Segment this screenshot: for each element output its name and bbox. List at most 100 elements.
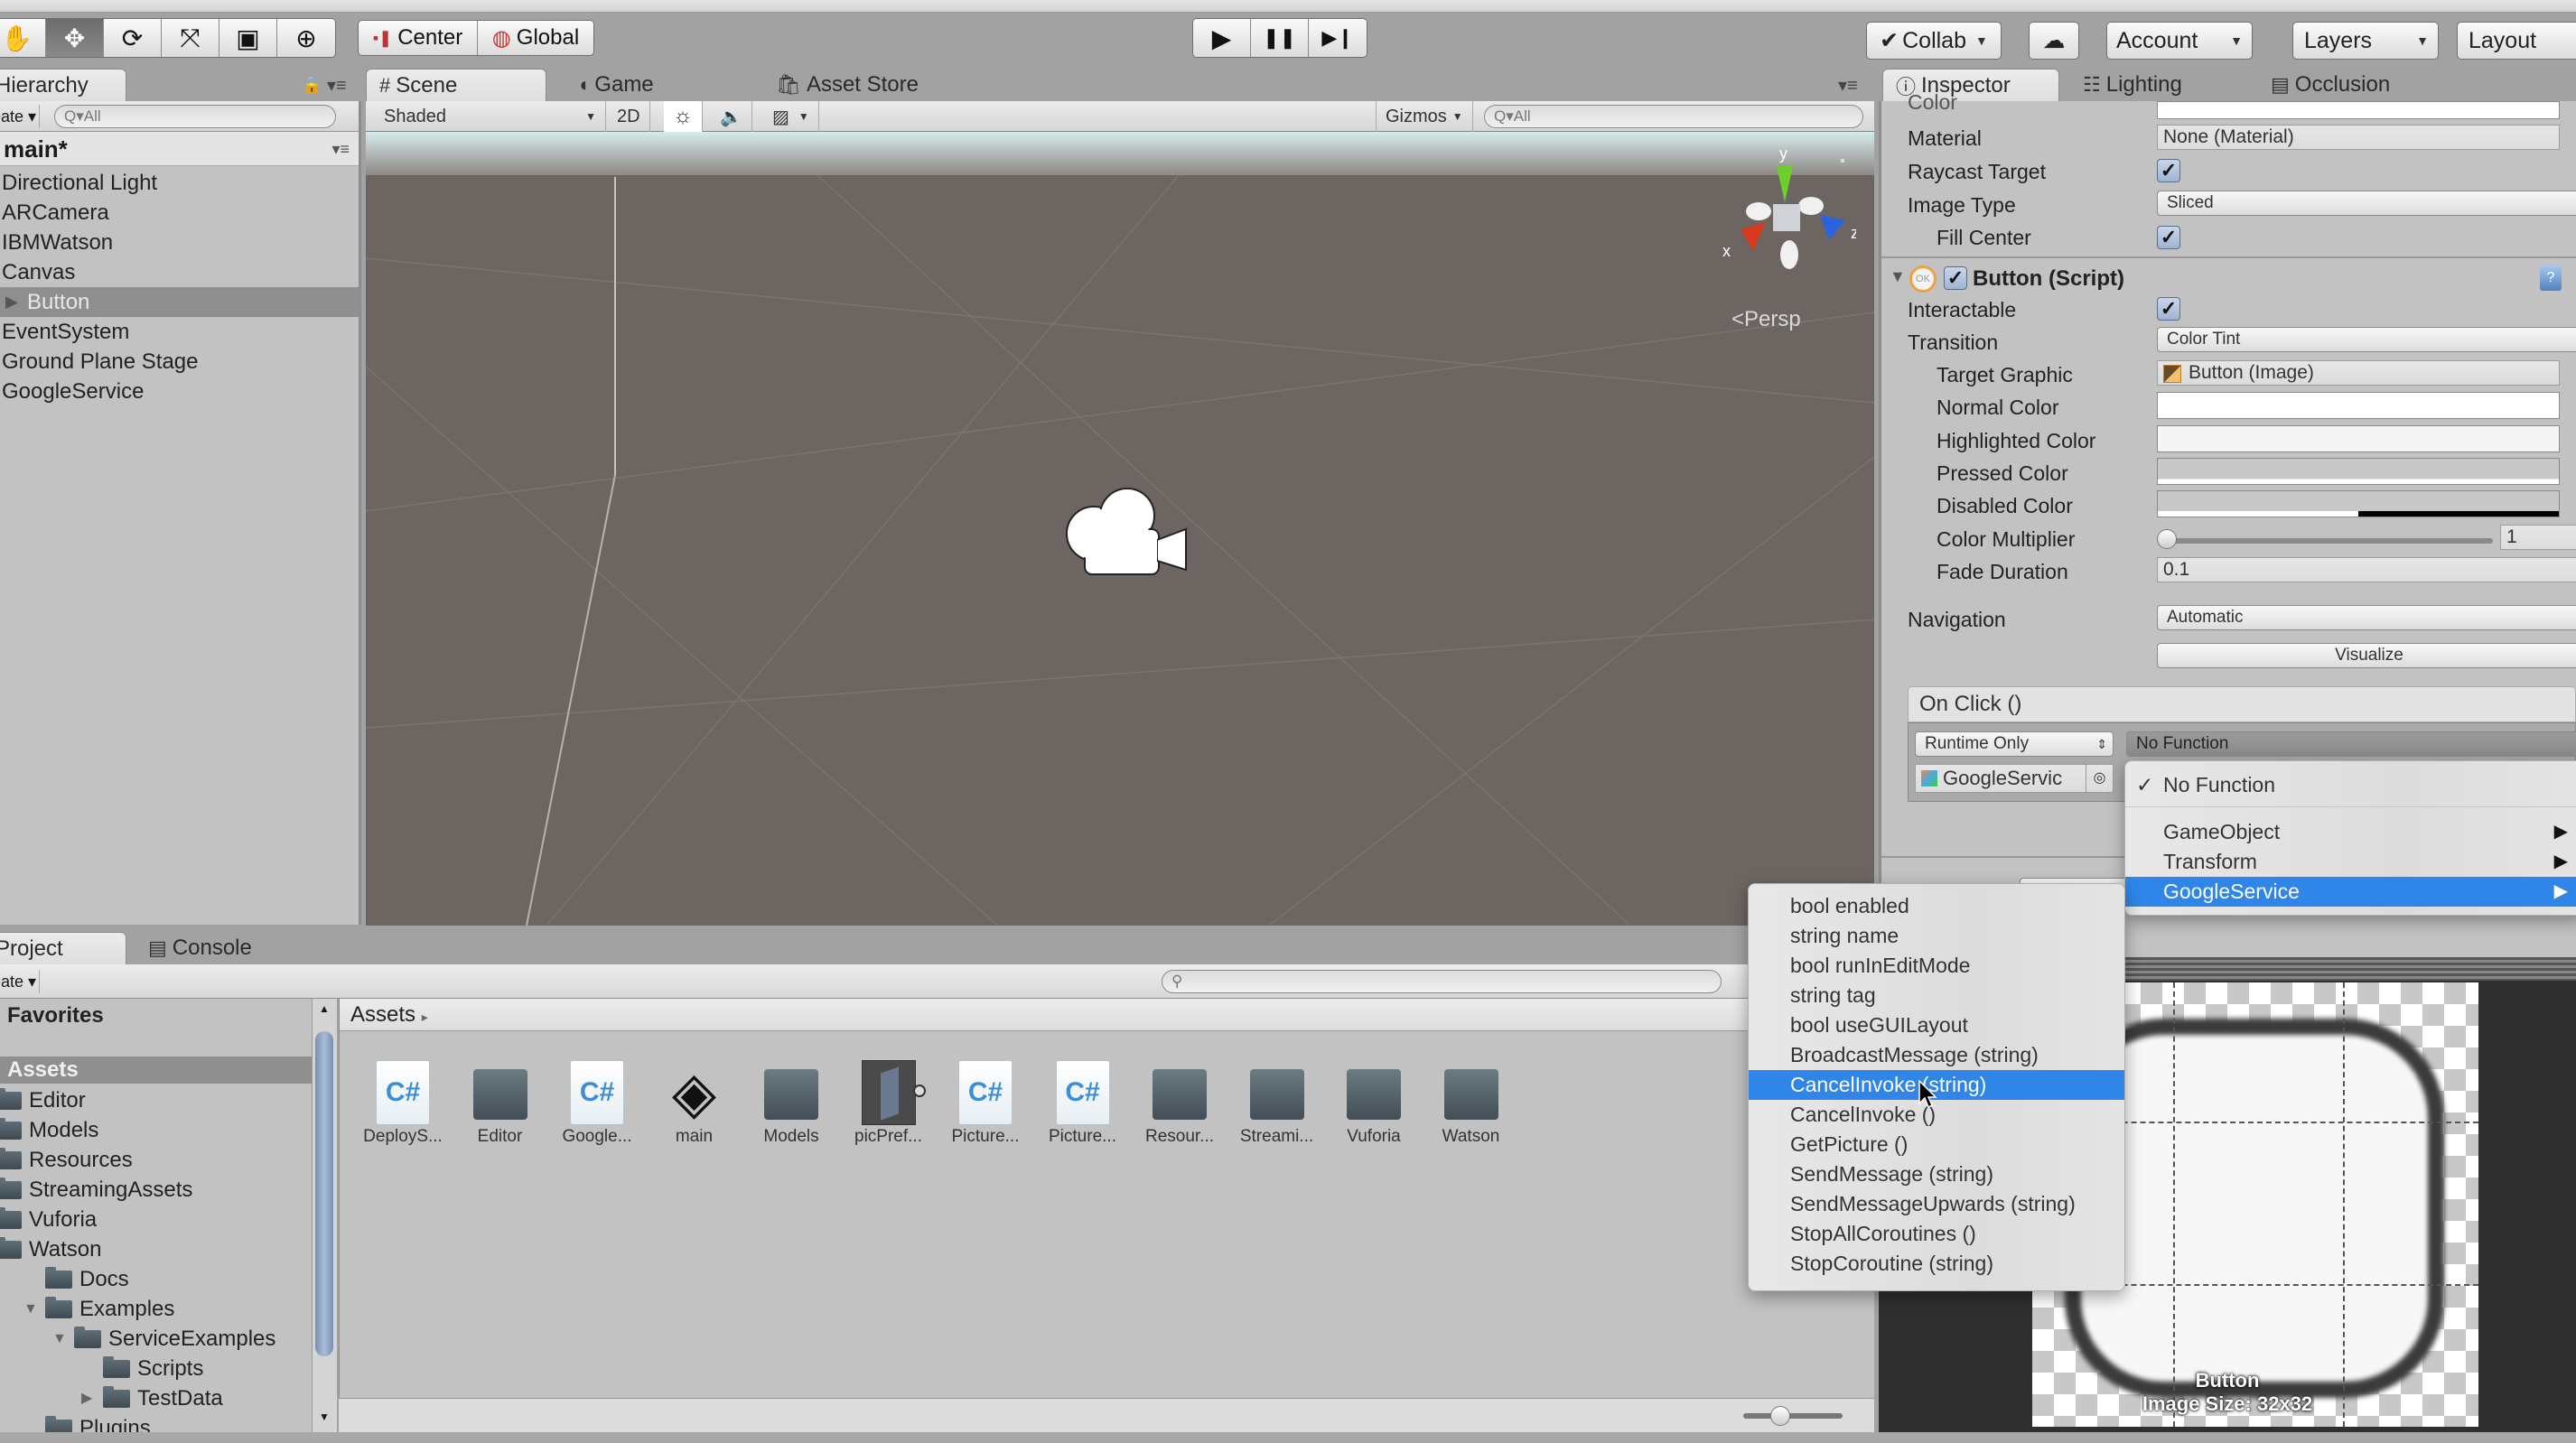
raycast-target-checkbox[interactable]: ✓	[2157, 159, 2180, 182]
folder-tree-item[interactable]: Watson	[0, 1234, 101, 1264]
visualize-button[interactable]: Visualize	[2157, 643, 2576, 668]
target-object-field[interactable]: GoogleServic ◎	[1915, 764, 2114, 793]
move-tool-button[interactable]: ✥	[46, 19, 104, 57]
submenu-item[interactable]: SendMessage (string)	[1749, 1159, 2124, 1189]
disabled-color-field[interactable]	[2157, 490, 2560, 517]
step-button[interactable]: ▶❙	[1309, 19, 1367, 57]
folder-tree-item[interactable]: Vuforia	[0, 1205, 97, 1234]
transform-tool-button[interactable]: ⊕	[277, 19, 335, 57]
pause-button[interactable]: ❚❚	[1251, 19, 1309, 57]
hierarchy-item[interactable]: Directional Light	[0, 168, 359, 198]
expanded-triangle-icon[interactable]: ▼	[23, 1294, 45, 1324]
color-multiplier-slider-thumb[interactable]	[2157, 529, 2177, 549]
hierarchy-search-input[interactable]: Q▾All	[54, 105, 336, 128]
asset-item[interactable]: Resour...	[1134, 1053, 1225, 1152]
material-field[interactable]: None (Material)	[2157, 125, 2560, 150]
submenu-item[interactable]: bool useGUILayout	[1749, 1010, 2124, 1040]
hierarchy-item[interactable]: Canvas	[0, 257, 359, 287]
hierarchy-item[interactable]: EventSystem	[0, 317, 359, 347]
folder-tree-item[interactable]: Models	[0, 1115, 98, 1145]
asset-item[interactable]: Vuforia	[1329, 1053, 1419, 1152]
prefab-expand-icon[interactable]	[912, 1085, 926, 1097]
color-multiplier-input[interactable]: 1	[2500, 525, 2576, 550]
expanded-triangle-icon[interactable]: ▼	[52, 1324, 74, 1354]
button-enabled-checkbox[interactable]: ✓	[1944, 266, 1967, 290]
transition-dropdown[interactable]: Color Tint	[2157, 327, 2576, 352]
submenu-item[interactable]: string name	[1749, 921, 2124, 951]
tab-hierarchy[interactable]: Hierarchy	[0, 69, 126, 101]
folder-tree-item[interactable]: Scripts	[81, 1354, 203, 1383]
pressed-color-field[interactable]	[2157, 458, 2560, 485]
object-picker-icon[interactable]: ◎	[2086, 765, 2113, 792]
hand-tool-button[interactable]: ✋	[0, 19, 46, 57]
scene-audio-toggle[interactable]: 🔈	[711, 101, 752, 132]
collapsed-triangle-icon[interactable]: ▶	[81, 1383, 103, 1413]
hierarchy-item[interactable]: IBMWatson	[0, 228, 359, 257]
pivot-center-button[interactable]: ▪❚ Center	[359, 21, 478, 55]
color-multiplier-slider[interactable]	[2159, 538, 2493, 544]
hierarchy-item[interactable]: ▶ Button	[0, 287, 359, 317]
hierarchy-item[interactable]: Ground Plane Stage	[0, 347, 359, 377]
account-dropdown[interactable]: Account ▼	[2106, 22, 2253, 60]
assets-root-item[interactable]: Assets	[7, 1055, 79, 1085]
tab-lighting[interactable]: ☷ Lighting	[2070, 69, 2182, 101]
image-type-dropdown[interactable]: Sliced	[2157, 191, 2576, 216]
submenu-item[interactable]: GetPicture ()	[1749, 1130, 2124, 1159]
layout-dropdown[interactable]: Layout	[2457, 22, 2576, 60]
function-menu-item[interactable]: ✓ No Function	[2125, 770, 2576, 800]
folder-tree-item[interactable]: ▶ TestData	[81, 1383, 223, 1413]
folder-tree-item[interactable]: ▼ ServiceExamples	[52, 1324, 275, 1354]
tab-console[interactable]: ▤ Console	[135, 932, 252, 964]
asset-item[interactable]: C# DeployS...	[358, 1053, 448, 1152]
projection-toggle[interactable]: <Persp	[1731, 307, 1801, 332]
collab-button[interactable]: ✔ Collab ▼	[1866, 22, 2002, 60]
function-menu-item[interactable]: Transform ▶	[2125, 847, 2576, 877]
normal-color-field[interactable]	[2157, 392, 2560, 419]
folder-tree-item[interactable]: Plugins	[23, 1413, 151, 1432]
scene-search-input[interactable]: Q▾All	[1484, 105, 1863, 128]
scene-view[interactable]: y z x ▪ <Persp	[366, 132, 1874, 926]
runtime-mode-dropdown[interactable]: Runtime Only ⇕	[1915, 731, 2114, 757]
rect-tool-button[interactable]: ▣	[219, 19, 277, 57]
folder-tree-item[interactable]: StreamingAssets	[0, 1175, 192, 1205]
asset-item[interactable]: Editor	[455, 1053, 546, 1152]
panel-menu-icon[interactable]: ▾≡	[1838, 74, 1858, 97]
submenu-item[interactable]: bool enabled	[1749, 891, 2124, 921]
submenu-item[interactable]: BroadcastMessage (string)	[1749, 1040, 2124, 1070]
color-field[interactable]	[2157, 101, 2560, 119]
tab-project[interactable]: Project	[0, 932, 126, 964]
asset-item[interactable]: C# Picture...	[940, 1053, 1031, 1152]
scroll-up-icon[interactable]: ▲	[319, 1002, 330, 1015]
shading-mode-dropdown[interactable]: Shaded ▼	[375, 101, 606, 132]
tab-occlusion[interactable]: ▤ Occlusion	[2258, 69, 2390, 101]
tab-game[interactable]: ◖ Game	[565, 69, 654, 101]
asset-item[interactable]: ◈ main	[649, 1053, 740, 1152]
breadcrumb-assets[interactable]: Assets	[350, 1002, 415, 1027]
function-menu-item[interactable]: GoogleService ▶	[2125, 877, 2576, 907]
tab-asset-store[interactable]: 🛍 Asset Store	[763, 69, 919, 101]
submenu-item[interactable]: StopCoroutine (string)	[1749, 1249, 2124, 1279]
icon-size-slider-thumb[interactable]	[1770, 1406, 1790, 1426]
folder-tree-item[interactable]: Editor	[0, 1085, 86, 1115]
submenu-item[interactable]: bool runInEditMode	[1749, 951, 2124, 981]
scene-header[interactable]: main* ▾≡	[0, 132, 359, 166]
hierarchy-item[interactable]: GoogleService	[0, 377, 359, 406]
create-dropdown[interactable]: Create ▾	[0, 105, 40, 128]
project-search-input[interactable]: ⚲	[1162, 970, 1722, 993]
expand-triangle-icon[interactable]: ▶	[5, 287, 18, 317]
asset-item[interactable]: Streami...	[1232, 1053, 1322, 1152]
target-graphic-field[interactable]: Button (Image)	[2157, 360, 2560, 386]
hierarchy-item[interactable]: ARCamera	[0, 198, 359, 228]
icon-size-slider[interactable]	[1743, 1413, 1843, 1419]
camera-gizmo-icon[interactable]	[1050, 475, 1195, 592]
pivot-global-button[interactable]: ◍ Global	[478, 21, 593, 55]
project-create-dropdown[interactable]: Create ▾	[0, 970, 40, 993]
toggle-2d-button[interactable]: 2D	[608, 101, 650, 132]
project-tree-scrollbar[interactable]: ▲ ▼	[312, 999, 337, 1432]
folder-tree-item[interactable]: Docs	[23, 1264, 129, 1294]
asset-item[interactable]: picPref...	[844, 1053, 934, 1152]
fade-duration-input[interactable]: 0.1	[2157, 557, 2576, 582]
interactable-checkbox[interactable]: ✓	[2157, 297, 2180, 321]
scene-menu-icon[interactable]: ▾≡	[331, 132, 350, 166]
scroll-down-icon[interactable]: ▼	[319, 1410, 330, 1423]
